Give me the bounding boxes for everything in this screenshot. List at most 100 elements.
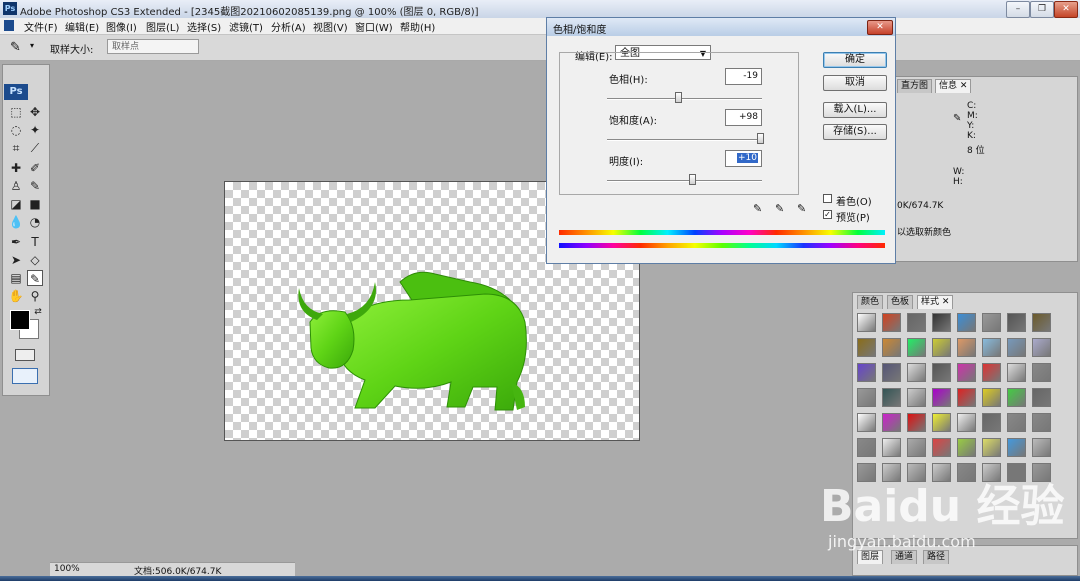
tab-color[interactable]: 颜色 [857,295,884,309]
lasso-tool-icon[interactable]: ◌ [8,122,24,138]
crop-tool-icon[interactable]: ⌗ [8,140,24,156]
style-swatch[interactable] [907,413,926,432]
preview-checkbox[interactable]: ✓ [823,210,832,219]
style-swatch[interactable] [857,338,876,357]
style-swatch[interactable] [957,338,976,357]
menu-layer[interactable]: 图层(L) [146,19,179,34]
style-swatch[interactable] [1032,438,1051,457]
maximize-button[interactable]: ❐ [1030,1,1054,18]
eraser-tool-icon[interactable]: ◪ [8,196,24,212]
style-swatch[interactable] [1007,338,1026,357]
style-swatch[interactable] [1032,413,1051,432]
menu-select[interactable]: 选择(S) [187,19,221,34]
history-brush-icon[interactable]: ✎ [27,178,43,194]
style-swatch[interactable] [857,363,876,382]
eyedropper-icon[interactable]: ✎ [10,40,21,55]
quick-mask-icon[interactable] [15,349,35,361]
style-swatch[interactable] [882,338,901,357]
tab-swatches[interactable]: 色板 [887,295,914,309]
dodge-tool-icon[interactable]: ◔ [27,214,43,230]
style-swatch[interactable] [982,363,1001,382]
marquee-tool-icon[interactable]: ⬚ [8,104,24,120]
style-swatch[interactable] [1007,438,1026,457]
style-swatch[interactable] [957,388,976,407]
path-select-icon[interactable]: ➤ [8,252,24,268]
magic-wand-icon[interactable]: ✦ [27,122,43,138]
style-swatch[interactable] [907,438,926,457]
eyedropper-icon[interactable]: ✎ [753,202,762,215]
slice-tool-icon[interactable]: ⟋ [27,140,43,156]
style-swatch[interactable] [1007,313,1026,332]
style-swatch[interactable] [1007,363,1026,382]
eyedropper-plus-icon[interactable]: ✎ [775,202,784,215]
saturation-slider-thumb[interactable] [757,133,765,144]
saturation-slider-track[interactable] [607,139,762,141]
tab-channels[interactable]: 通道 [891,550,918,564]
style-swatch[interactable] [907,313,926,332]
type-tool-icon[interactable]: T [27,234,43,250]
style-swatch[interactable] [882,388,901,407]
style-swatch[interactable] [932,338,951,357]
style-swatch[interactable] [857,438,876,457]
style-swatch[interactable] [907,363,926,382]
style-swatch[interactable] [957,413,976,432]
menu-view[interactable]: 视图(V) [313,19,348,34]
style-swatch[interactable] [957,363,976,382]
style-swatch[interactable] [1007,388,1026,407]
style-swatch[interactable] [882,438,901,457]
eyedropper-minus-icon[interactable]: ✎ [797,202,806,215]
save-button[interactable]: 存储(S)... [823,124,887,140]
stamp-tool-icon[interactable]: ♙ [8,178,24,194]
minimize-button[interactable]: – [1006,1,1030,18]
hue-slider-thumb[interactable] [675,92,683,103]
blur-tool-icon[interactable]: 💧 [8,214,24,230]
style-swatch[interactable] [882,413,901,432]
lightness-slider-thumb[interactable] [689,174,697,185]
menu-edit[interactable]: 编辑(E) [65,19,99,34]
style-swatch[interactable] [932,413,951,432]
colorize-checkbox[interactable] [823,194,832,203]
sample-size-select[interactable]: 取样点 [107,39,199,54]
brush-tool-icon[interactable]: ✐ [27,160,43,176]
tab-info[interactable]: 信息 ✕ [935,79,972,93]
lightness-slider-track[interactable] [607,180,762,182]
lightness-input[interactable]: +10 [725,150,762,167]
load-button[interactable]: 载入(L)... [823,102,887,118]
style-swatch[interactable] [932,388,951,407]
tab-histogram[interactable]: 直方图 [897,79,933,93]
style-swatch[interactable] [957,313,976,332]
menu-file[interactable]: 文件(F) [24,19,58,34]
tab-paths[interactable]: 路径 [923,550,950,564]
screen-mode-icon[interactable] [12,368,38,384]
style-swatch[interactable] [857,388,876,407]
menu-filter[interactable]: 滤镜(T) [229,19,263,34]
close-button[interactable]: ✕ [1054,1,1078,18]
chevron-down-icon[interactable]: ▾ [30,41,34,50]
dialog-close-button[interactable]: ✕ [867,20,893,35]
zoom-tool-icon[interactable]: ⚲ [27,288,43,304]
style-swatch[interactable] [1032,338,1051,357]
style-swatch[interactable] [1032,363,1051,382]
notes-tool-icon[interactable]: ▤ [8,270,24,286]
style-swatch[interactable] [982,438,1001,457]
style-swatch[interactable] [982,338,1001,357]
style-swatch[interactable] [982,388,1001,407]
tab-layers[interactable]: 图层 [857,550,884,564]
style-swatch[interactable] [932,363,951,382]
move-tool-icon[interactable]: ✥ [27,104,43,120]
style-swatch[interactable] [982,313,1001,332]
ok-button[interactable]: 确定 [823,52,887,68]
saturation-input[interactable]: +98 [725,109,762,126]
style-swatch[interactable] [907,388,926,407]
style-swatch[interactable] [857,313,876,332]
menu-image[interactable]: 图像(I) [106,19,137,34]
shape-tool-icon[interactable]: ◇ [27,252,43,268]
hand-tool-icon[interactable]: ✋ [8,288,24,304]
style-swatch[interactable] [907,338,926,357]
style-swatch[interactable] [932,438,951,457]
zoom-level[interactable]: 100% [54,564,80,574]
eyedropper-tool-icon[interactable]: ✎ [27,270,43,286]
style-swatch[interactable] [857,413,876,432]
style-swatch[interactable] [932,313,951,332]
style-swatch[interactable] [1032,313,1051,332]
